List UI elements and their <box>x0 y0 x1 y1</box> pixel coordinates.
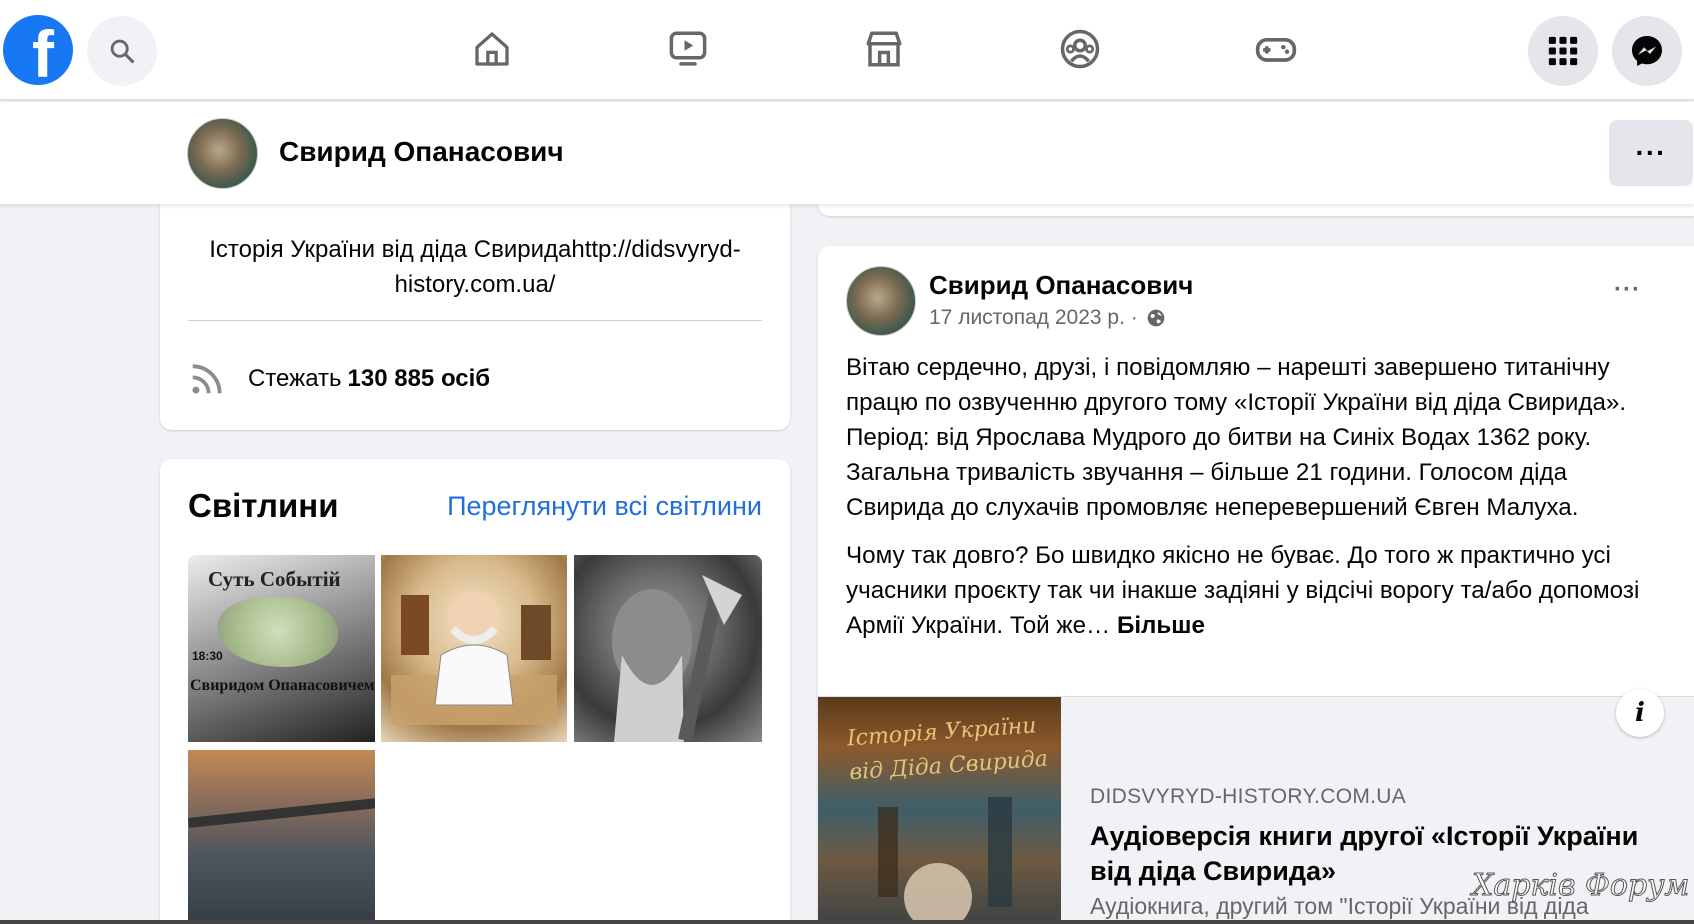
nav-groups[interactable] <box>1055 24 1105 74</box>
link-preview-image[interactable]: Історія України від Діда Свирида <box>818 697 1061 924</box>
menu-button[interactable] <box>1528 16 1598 86</box>
post-author-avatar[interactable] <box>846 266 916 336</box>
profile-header-bar: Свирид Опанасович ··· <box>0 102 1694 204</box>
menu-grid-icon <box>1548 36 1578 66</box>
groups-icon <box>1060 29 1100 69</box>
followers-label: Стежать <box>248 365 342 392</box>
photo-thumbnail[interactable] <box>188 750 375 924</box>
profile-avatar[interactable] <box>187 118 258 189</box>
intro-bio: Історія України від діда Свиридаhttp://d… <box>209 236 741 298</box>
map-graphic <box>218 597 338 667</box>
profile-more-button[interactable]: ··· <box>1609 120 1693 186</box>
post-paragraph-text: Чому так довго? Бо швидко якісно не бува… <box>846 542 1640 639</box>
profile-name[interactable]: Свирид Опанасович <box>279 136 564 168</box>
see-all-photos-link[interactable]: Переглянути всі світлини <box>447 491 762 522</box>
globe-icon <box>1147 309 1165 327</box>
facebook-logo[interactable]: f <box>3 15 73 85</box>
nav-watch[interactable] <box>663 24 713 74</box>
info-button[interactable]: i <box>1616 689 1664 737</box>
watermark: Харків Форум <box>1471 868 1690 904</box>
followers-row: Стежать 130 885 осіб <box>188 360 490 398</box>
watch-icon <box>669 31 707 66</box>
messenger-button[interactable] <box>1612 16 1682 86</box>
divider <box>188 320 762 321</box>
post-card: Свирид Опанасович 17 листопад 2023 р. · … <box>818 246 1694 924</box>
search-icon <box>110 39 135 64</box>
link-domain: DIDSVYRYD-HISTORY.COM.UA <box>1090 785 1407 808</box>
nav-marketplace[interactable] <box>859 24 909 74</box>
bridge-graphic <box>188 798 375 828</box>
photo-caption: Свиридом Опанасовичем <box>190 677 375 694</box>
photo-thumbnail[interactable] <box>381 555 567 742</box>
photo-thumbnail[interactable]: Суть Событій 18:30 Свиридом Опанасовичем <box>188 555 375 742</box>
see-more-link[interactable]: Більше <box>1117 612 1205 639</box>
post-date[interactable]: 17 листопад 2023 р. · <box>929 306 1138 330</box>
nav-gaming[interactable] <box>1251 24 1301 74</box>
illustration-graphic <box>391 591 557 725</box>
gaming-icon <box>1255 38 1297 62</box>
nav-home[interactable] <box>467 24 517 74</box>
photo-thumbnail[interactable] <box>574 555 762 742</box>
screen-bottom-edge <box>0 920 1694 924</box>
post-paragraph: Вітаю сердечно, друзі, і повідомляю – на… <box>846 354 1627 521</box>
marketplace-icon <box>866 31 902 67</box>
post-meta: 17 листопад 2023 р. · <box>929 306 1166 330</box>
book-cover-art <box>878 797 1012 924</box>
post-options-button[interactable]: ··· <box>1614 276 1654 306</box>
rss-icon <box>192 364 222 394</box>
portrait-graphic <box>612 575 742 742</box>
photo-caption: 18:30 <box>192 649 223 663</box>
top-navigation-bar: f <box>0 0 1694 100</box>
search-button[interactable] <box>87 16 157 86</box>
messenger-icon <box>1632 36 1662 66</box>
post-paragraph: Чому так довго? Бо швидко якісно не бува… <box>846 538 1666 643</box>
photo-caption: Суть Событій <box>208 567 341 591</box>
followers-count[interactable]: 130 885 осіб <box>348 365 491 393</box>
post-author-name[interactable]: Свирид Опанасович <box>929 270 1193 301</box>
photos-title: Світлини <box>188 487 339 524</box>
post-text: Вітаю сердечно, друзі, і повідомляю – на… <box>846 350 1666 656</box>
photos-card: Світлини Переглянути всі світлини Суть С… <box>160 459 790 924</box>
home-icon <box>475 32 509 66</box>
